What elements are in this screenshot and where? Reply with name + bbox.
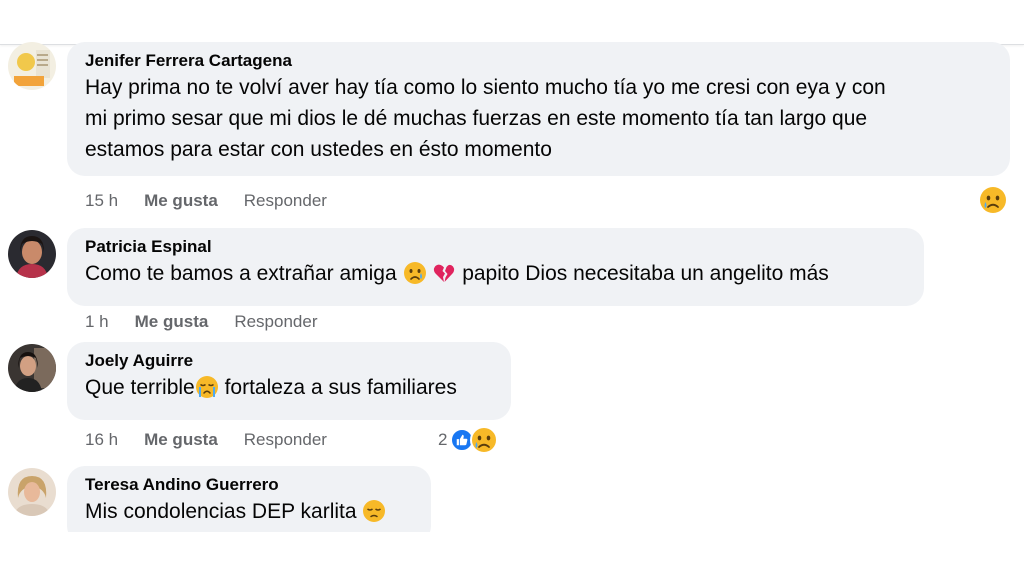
comment-actions: 16 h Me gusta Responder <box>85 429 327 451</box>
comment-text: Como te bamos a extrañar amiga papito Di… <box>85 258 906 289</box>
comment-time[interactable]: 1 h <box>85 311 109 333</box>
avatar[interactable] <box>8 468 56 516</box>
comment-text-start: Que terrible <box>85 376 195 399</box>
comment-author[interactable]: Jenifer Ferrera Cartagena <box>85 50 992 72</box>
comment-author[interactable]: Teresa Andino Guerrero <box>85 474 413 496</box>
comment-text-start: Mis condolencias DEP karlita <box>85 500 357 523</box>
comment-time[interactable]: 16 h <box>85 429 118 451</box>
comment-text: Mis condolencias DEP karlita <box>85 496 413 527</box>
reply-link[interactable]: Responder <box>244 429 327 451</box>
like-link[interactable]: Me gusta <box>135 311 209 333</box>
crying-face-emoji <box>195 375 219 399</box>
broken-heart-emoji <box>432 261 456 285</box>
pensive-face-emoji <box>362 499 386 523</box>
comment-text-line: estamos para estar con ustedes en ésto m… <box>85 138 552 161</box>
avatar[interactable] <box>8 344 56 392</box>
comment-text-end: papito Dios necesitaba un angelito más <box>462 262 829 285</box>
comment-author[interactable]: Patricia Espinal <box>85 236 906 258</box>
sad-face-emoji <box>403 261 427 285</box>
comment-text-line: mi primo sesar que mi dios le dé muchas … <box>85 107 868 130</box>
comment-bubble: Joely Aguirre Que terrible fortaleza a s… <box>67 342 511 420</box>
reply-link[interactable]: Responder <box>234 311 317 333</box>
comment-text: Que terrible fortaleza a sus familiares <box>85 372 493 403</box>
comment-actions: 1 h Me gusta Responder <box>85 311 318 333</box>
comment-text-start: Como te bamos a extrañar amiga <box>85 262 397 285</box>
comment-text-line: Hay prima no te volví aver hay tía como … <box>85 76 886 99</box>
reaction-summary[interactable]: 2 <box>438 426 499 454</box>
bottom-fade <box>0 532 1024 576</box>
reply-link[interactable]: Responder <box>244 190 327 212</box>
avatar[interactable] <box>8 230 56 278</box>
like-link[interactable]: Me gusta <box>144 190 218 212</box>
sad-face-icon <box>470 426 499 454</box>
comment-actions: 15 h Me gusta Responder <box>85 190 327 212</box>
comment-text-end: fortaleza a sus familiares <box>224 376 457 399</box>
reaction-count: 2 <box>438 430 448 449</box>
like-link[interactable]: Me gusta <box>144 429 218 451</box>
comment-time[interactable]: 15 h <box>85 190 118 212</box>
top-bar <box>0 0 1024 45</box>
comment-bubble: Patricia Espinal Como te bamos a extraña… <box>67 228 924 306</box>
avatar[interactable] <box>8 42 56 90</box>
comment-author[interactable]: Joely Aguirre <box>85 350 493 372</box>
comment-bubble: Jenifer Ferrera Cartagena Hay prima no t… <box>67 42 1010 176</box>
sad-face-icon[interactable] <box>979 186 1007 214</box>
